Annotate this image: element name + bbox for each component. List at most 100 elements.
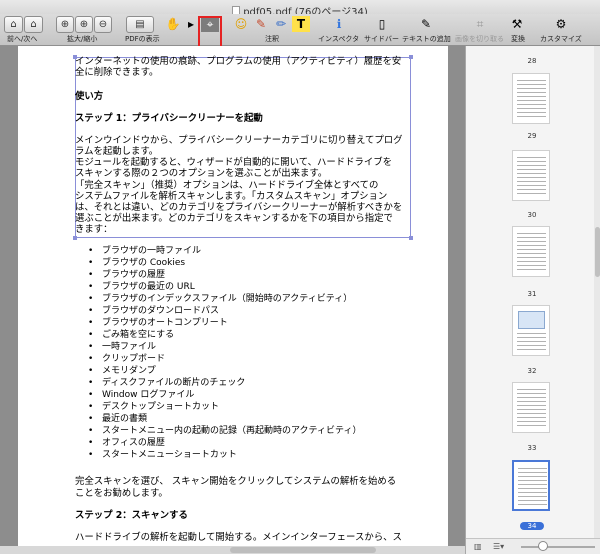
page-thumbnail[interactable] — [512, 382, 550, 433]
convert-icon: ⚒ — [511, 17, 523, 31]
page-thumbnail[interactable] — [512, 226, 550, 277]
convert-button[interactable]: ⚒ — [508, 16, 526, 32]
customize-icon: ⚙ — [555, 17, 567, 31]
zoom-fit-button[interactable]: ⊕ — [56, 16, 74, 33]
pdf-view-icon: ▤ — [135, 19, 145, 30]
sidebar-toggle-button[interactable]: ▯ — [373, 16, 391, 32]
list-item: ブラウザのインデックスファイル（開始時のアクティビティ） — [88, 293, 361, 305]
zoom-fit-icon: ⊕ — [60, 19, 70, 30]
paragraph-line: スキャンする際の２つのオプションを選ぶことが出来ます。 — [75, 168, 328, 179]
list-item: ディスクファイルの断片のチェック — [88, 377, 361, 389]
list-item: デスクトップショートカット — [88, 401, 361, 413]
list-item: スタートメニューショートカット — [88, 449, 361, 461]
previous-page-button[interactable]: ⌂ — [4, 16, 23, 33]
toolbar: ⌂ ⌂ ⊕ ⊕ ⊖ ▤ ✋ ▸ ⌖ ☺ ✎ ✏ T ℹ ▯ ✎ ⌗ ⚒ ⚙ 前へ… — [0, 14, 600, 69]
list-item: Window ログファイル — [88, 389, 361, 401]
paragraph-line: 「完全スキャン」（推奨）オプションは、ハードドライブ全体とすべての — [75, 180, 379, 191]
pdf-viewer-window: pdf05.pdf (76のページ34) ⌂ ⌂ ⊕ ⊕ ⊖ ▤ ✋ ▸ ⌖ ☺… — [0, 0, 600, 554]
add-text-button[interactable]: ✎ — [417, 16, 435, 32]
zoom-in-icon: ⊕ — [79, 19, 89, 30]
inspector-button[interactable]: ℹ — [330, 16, 348, 32]
page-thumbnail[interactable] — [512, 73, 550, 124]
paragraph-line: ラムを起動します。 — [75, 146, 159, 157]
hand-tool-icon: ✋ — [165, 17, 181, 31]
list-item: 最近の書類 — [88, 413, 361, 425]
thumbnail-size-slider[interactable] — [521, 546, 595, 548]
list-item: ごみ箱を空にする — [88, 329, 361, 341]
page-thumbnail[interactable] — [512, 150, 550, 201]
usage-heading: 使い方 — [75, 91, 104, 102]
list-item: 一時ファイル — [88, 341, 361, 353]
thumbnail-page-number: 33 — [527, 444, 537, 452]
prev-next-label: 前へ/次へ — [7, 35, 38, 43]
text-tool-button[interactable]: T — [292, 16, 310, 32]
list-item: ブラウザの履歴 — [88, 269, 361, 281]
paragraph-line: ハードドライブの解析を起動して開始する。メインインターフェースから、ス — [75, 532, 402, 543]
inspector-label: インスペクタ — [318, 35, 360, 43]
paragraph-line: ことをお勧めします。 — [75, 488, 168, 499]
customize-button[interactable]: ⚙ — [552, 16, 570, 32]
current-page-thumbnail[interactable] — [512, 460, 550, 511]
zoom-label: 拡大/縮小 — [67, 35, 98, 43]
hand-tool-button[interactable]: ✋ — [164, 16, 182, 32]
paragraph-line: インターネットの使用の痕跡、プログラムの使用（アクティビティ）履歴を安 — [75, 56, 402, 67]
pen-icon: ✎ — [255, 17, 267, 31]
list-item: ブラウザの一時ファイル — [88, 245, 361, 257]
page-thumbnail-sidebar: 28 29 30 31 32 33 34 ▥ ☰▾ — [465, 46, 600, 554]
sidebar-scrollbar[interactable] — [594, 46, 600, 554]
list-item: クリップボード — [88, 353, 361, 365]
paragraph-line: 選ぶことが出来ます。どのカテゴリをスキャンするかを下の項目から指定で — [75, 213, 393, 224]
annotation-label: 注釈 — [265, 35, 279, 43]
note-tool-button[interactable]: ☺ — [232, 16, 250, 32]
horizontal-scrollbar[interactable] — [0, 546, 465, 554]
thumbnail-menu-icon[interactable]: ☰▾ — [493, 542, 504, 551]
horizontal-scroll-thumb[interactable] — [230, 547, 376, 553]
previous-page-icon: ⌂ — [10, 19, 17, 30]
thumbnail-page-number: 30 — [527, 211, 537, 219]
paragraph-line: 全に削除できます。 — [75, 67, 159, 78]
pointer-icon: ▸ — [187, 17, 195, 31]
pdf-page: インターネットの使用の痕跡、プログラムの使用（アクティビティ）履歴を安 全に削除… — [18, 46, 448, 554]
sidebar-label: サイドバー — [364, 35, 399, 43]
sidebar-scroll-thumb[interactable] — [595, 227, 600, 277]
scan-options-list: ブラウザの一時ファイル ブラウザの Cookies ブラウザの履歴 ブラウザの最… — [88, 245, 361, 461]
current-page-number: 34 — [520, 522, 544, 530]
pencil-tool-button[interactable]: ✏ — [272, 16, 290, 32]
zoom-out-button[interactable]: ⊖ — [94, 16, 112, 33]
slider-knob[interactable] — [538, 541, 548, 551]
pdf-view-button[interactable]: ▤ — [126, 16, 154, 33]
step-one-heading: ステップ 1：プライバシークリーナーを起動 — [75, 113, 263, 124]
zoom-in-button[interactable]: ⊕ — [75, 16, 93, 33]
title-bar: pdf05.pdf (76のページ34) — [0, 0, 600, 18]
next-page-icon: ⌂ — [30, 19, 37, 30]
add-text-icon: ✎ — [420, 17, 432, 31]
step-two-heading: ステップ 2：スキャンする — [75, 510, 188, 521]
pen-tool-button[interactable]: ✎ — [252, 16, 270, 32]
add-text-label: テキストの追加 — [402, 35, 451, 43]
list-item: ブラウザの最近の URL — [88, 281, 361, 293]
pdf-view-label: PDFの表示 — [125, 35, 160, 43]
paragraph-line: メインウインドウから、プライバシークリーナーカテゴリに切り替えてプログ — [75, 135, 403, 146]
paragraph-line: 完全スキャンを選び、 スキャン開始をクリックしてシステムの解析を始める — [75, 476, 397, 487]
paragraph-line: システムファイルを解析スキャンします。「カスタムスキャン」オプション — [75, 191, 388, 202]
sidebar-bottom-bar: ▥ ☰▾ — [466, 538, 600, 554]
crop-icon: ⌗ — [476, 17, 484, 31]
paragraph-line: モジュールを起動すると、ウィザードが自動的に開いて、ハードドライブを — [75, 157, 392, 168]
list-item: スタートメニュー内の起動の記録（再起動時のアクティビティ） — [88, 425, 361, 437]
convert-label: 変換 — [511, 35, 525, 43]
crop-image-label: 画像を切り取る — [455, 35, 504, 43]
customize-label: カスタマイズ — [540, 35, 582, 43]
page-thumbnail[interactable] — [512, 305, 550, 356]
thumbnail-page-number: 32 — [527, 367, 537, 375]
list-item: ブラウザの Cookies — [88, 257, 361, 269]
sidebar-icon: ▯ — [378, 17, 386, 31]
info-icon: ℹ — [336, 17, 342, 31]
zoom-out-icon: ⊖ — [98, 19, 108, 30]
thumbnail-page-number: 28 — [527, 57, 537, 65]
crop-image-button[interactable]: ⌗ — [471, 16, 489, 32]
next-page-button[interactable]: ⌂ — [24, 16, 43, 33]
thumbnail-view-toggle-icon[interactable]: ▥ — [474, 542, 482, 551]
thumbnail-page-number: 31 — [527, 290, 537, 298]
document-area: インターネットの使用の痕跡、プログラムの使用（アクティビティ）履歴を安 全に削除… — [0, 46, 465, 554]
text-tool-icon: T — [296, 17, 306, 31]
